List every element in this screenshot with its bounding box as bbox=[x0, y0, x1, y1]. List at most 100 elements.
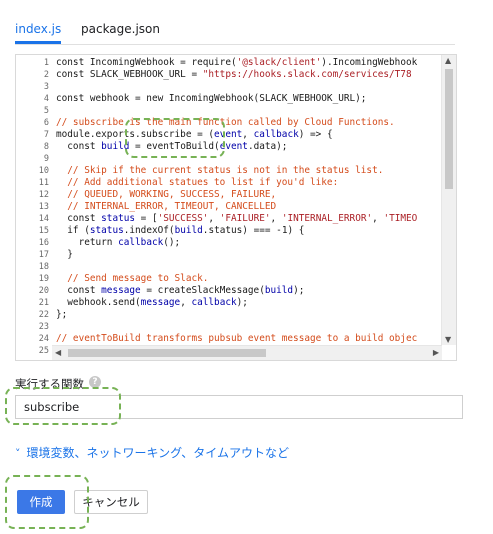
code-line[interactable]: module.exports.subscribe = (event, callb… bbox=[56, 129, 333, 141]
chevron-down-icon: ˅ bbox=[15, 447, 21, 460]
tab-index-js[interactable]: index.js bbox=[15, 22, 61, 36]
code-token: // subscribe is the main function called… bbox=[56, 117, 395, 128]
code-line[interactable]: // subscribe is the main function called… bbox=[56, 117, 395, 129]
help-icon[interactable]: ? bbox=[89, 376, 101, 388]
line-number: 18 bbox=[38, 262, 49, 272]
code-token: .data); bbox=[247, 141, 288, 152]
code-area[interactable]: const IncomingWebhook = require('@slack/… bbox=[56, 55, 441, 345]
code-token: 'TIMEO bbox=[383, 213, 418, 224]
code-line[interactable]: // QUEUED, WORKING, SUCCESS, FAILURE, bbox=[56, 189, 276, 201]
code-token: module.exports.subscribe = ( bbox=[56, 129, 215, 140]
code-token: status bbox=[101, 213, 136, 224]
line-number: 2 bbox=[43, 70, 49, 80]
line-number: 25 bbox=[38, 346, 49, 356]
code-token: event bbox=[219, 141, 248, 152]
line-number: 5 bbox=[43, 106, 49, 116]
code-token: = createSlackMessage( bbox=[140, 285, 265, 296]
code-line[interactable]: // INTERNAL_ERROR, TIMEOUT, CANCELLED bbox=[56, 201, 276, 213]
code-token: , bbox=[180, 297, 192, 308]
code-token: , bbox=[372, 213, 384, 224]
code-line[interactable]: const build = eventToBuild(event.data); bbox=[56, 141, 287, 153]
line-number: 23 bbox=[38, 322, 49, 332]
code-token: status bbox=[89, 225, 124, 236]
line-number: 6 bbox=[43, 118, 49, 128]
line-number: 21 bbox=[38, 298, 49, 308]
code-line[interactable]: const status = ['SUCCESS', 'FAILURE', 'I… bbox=[56, 213, 417, 225]
horizontal-scrollbar[interactable]: ◀ ▶ bbox=[52, 345, 442, 360]
code-token: // QUEUED, WORKING, SUCCESS, FAILURE, bbox=[56, 189, 277, 200]
code-token: ).IncomingWebhook bbox=[321, 57, 418, 68]
code-token: return bbox=[56, 237, 119, 248]
code-token: callback bbox=[118, 237, 164, 248]
code-line[interactable]: } bbox=[56, 249, 73, 261]
line-number: 10 bbox=[38, 166, 49, 176]
line-number-gutter: 1 2 3 4 5 6 7 8 9 10 11 12 13 14 15 16 17 18 19 20 21 22 23 24 2… bbox=[16, 55, 52, 356]
code-editor[interactable]: 1 2 3 4 5 6 7 8 9 10 11 12 13 14 15 16 17 18 19 20 21 22 23 24 2… bbox=[15, 54, 457, 361]
code-token: callback bbox=[253, 129, 299, 140]
horizontal-scroll-thumb[interactable] bbox=[68, 349, 266, 357]
code-token: (); bbox=[163, 237, 181, 248]
code-token: const bbox=[56, 141, 102, 152]
code-token: ); bbox=[293, 285, 305, 296]
code-token: // INTERNAL_ERROR, TIMEOUT, CANCELLED bbox=[56, 201, 277, 212]
advanced-settings-link[interactable]: ˅ 環境変数、ネットワーキング、タイムアウトなど bbox=[15, 444, 289, 461]
code-token: , bbox=[208, 213, 220, 224]
scroll-right-arrow-icon[interactable]: ▶ bbox=[433, 348, 439, 357]
vertical-scroll-thumb[interactable] bbox=[445, 69, 453, 189]
scroll-down-arrow-icon[interactable]: ▼ bbox=[445, 335, 451, 344]
advanced-settings-label: 環境変数、ネットワーキング、タイムアウトなど bbox=[26, 446, 290, 460]
code-token: message bbox=[140, 297, 181, 308]
active-tab-indicator bbox=[15, 41, 61, 44]
code-token: message bbox=[101, 285, 141, 296]
code-token: // Skip if the current status is not in … bbox=[56, 165, 384, 176]
function-name-input[interactable]: subscribe bbox=[15, 395, 463, 419]
line-number: 16 bbox=[38, 238, 49, 248]
code-token: build bbox=[264, 285, 294, 296]
code-token: , bbox=[270, 213, 282, 224]
line-number: 9 bbox=[43, 154, 49, 164]
code-token: build bbox=[174, 225, 203, 236]
code-token: // Add additional statues to list if you… bbox=[56, 177, 339, 188]
code-token: if ( bbox=[56, 225, 90, 236]
scroll-left-arrow-icon[interactable]: ◀ bbox=[55, 348, 61, 357]
vertical-scrollbar[interactable]: ▲ ▼ bbox=[441, 55, 456, 345]
code-line[interactable]: if (status.indexOf(build.status) === -1)… bbox=[56, 225, 304, 237]
file-tabs: index.js package.json bbox=[15, 0, 455, 45]
code-token: const bbox=[56, 213, 102, 224]
code-token: const SLACK_WEBHOOK_URL = bbox=[56, 69, 203, 80]
code-line[interactable]: const SLACK_WEBHOOK_URL = "https://hooks… bbox=[56, 69, 412, 81]
code-line[interactable]: const message = createSlackMessage(build… bbox=[56, 285, 304, 297]
line-number: 14 bbox=[38, 214, 49, 224]
code-token: "https://hooks.slack.com/services/T78 bbox=[202, 69, 412, 80]
code-line[interactable]: webhook.send(message, callback); bbox=[56, 297, 248, 309]
tab-package-json[interactable]: package.json bbox=[81, 22, 160, 36]
code-line[interactable]: const IncomingWebhook = require('@slack/… bbox=[56, 57, 417, 69]
code-token: .indexOf( bbox=[123, 225, 175, 236]
code-line[interactable]: // Skip if the current status is not in … bbox=[56, 165, 383, 177]
code-line[interactable]: return callback(); bbox=[56, 237, 181, 249]
code-token: event bbox=[214, 129, 243, 140]
code-token: = eventToBuild( bbox=[129, 141, 220, 152]
code-token: , bbox=[242, 129, 254, 140]
code-line[interactable]: // Send message to Slack. bbox=[56, 273, 208, 285]
code-line[interactable]: // Add additional statues to list if you… bbox=[56, 177, 338, 189]
line-number: 11 bbox=[38, 178, 49, 188]
line-number: 20 bbox=[38, 286, 49, 296]
line-number: 3 bbox=[43, 82, 49, 92]
create-button[interactable]: 作成 bbox=[17, 490, 65, 514]
code-token: webhook.send( bbox=[56, 297, 141, 308]
code-token: 'INTERNAL_ERROR' bbox=[281, 213, 373, 224]
scroll-up-arrow-icon[interactable]: ▲ bbox=[445, 56, 451, 65]
code-token: ) => { bbox=[298, 129, 333, 140]
line-number: 17 bbox=[38, 250, 49, 260]
code-line[interactable]: }; bbox=[56, 309, 67, 321]
code-line[interactable]: // eventToBuild transforms pubsub event … bbox=[56, 333, 417, 345]
code-line[interactable]: const webhook = new IncomingWebhook(SLAC… bbox=[56, 93, 366, 105]
cancel-button[interactable]: キャンセル bbox=[74, 490, 148, 514]
line-number: 7 bbox=[43, 130, 49, 140]
line-number: 19 bbox=[38, 274, 49, 284]
code-token: .status) === -1) { bbox=[202, 225, 305, 236]
code-token: build bbox=[101, 141, 130, 152]
line-number: 4 bbox=[43, 94, 49, 104]
code-token: 'SUCCESS' bbox=[157, 213, 209, 224]
